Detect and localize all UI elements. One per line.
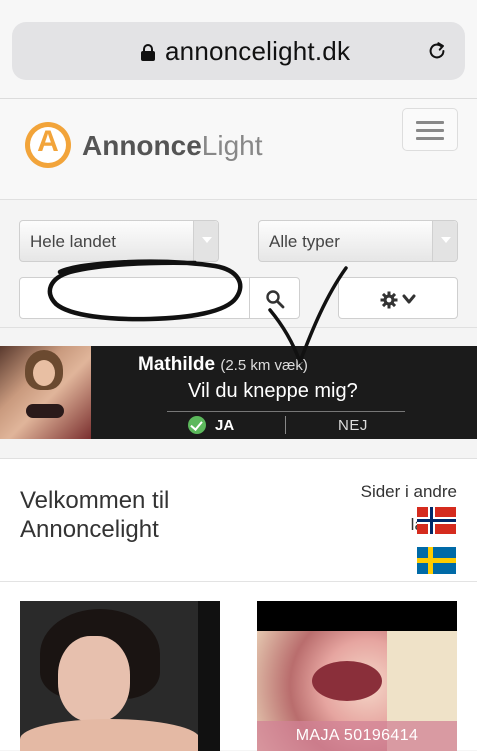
ad-separator — [285, 416, 286, 434]
ad-divider — [167, 411, 405, 412]
address-bar[interactable]: annoncelight.dk — [12, 22, 465, 80]
ad-yes-label: JA — [215, 417, 235, 434]
sweden-flag-icon[interactable] — [417, 547, 456, 574]
region-select[interactable]: Hele landet — [19, 220, 219, 262]
browser-toolbar: annoncelight.dk — [0, 0, 477, 99]
menu-toggle-button[interactable] — [402, 108, 458, 151]
search-input[interactable] — [19, 277, 250, 319]
search-button[interactable] — [249, 277, 300, 319]
type-select[interactable]: Alle typer — [258, 220, 458, 262]
region-select-value: Hele landet — [30, 232, 117, 251]
welcome-header: Velkommen til Annoncelight Sider i andre… — [0, 459, 477, 582]
welcome-title: Velkommen til Annoncelight — [20, 487, 170, 543]
ad-question: Vil du kneppe mig? — [188, 380, 358, 402]
ad-photo — [0, 346, 91, 439]
ad-name: Mathilde — [138, 354, 216, 375]
brand-bold: Annonce — [82, 130, 202, 161]
ad-title: Mathilde (2.5 km væk) — [138, 354, 308, 376]
ad-distance: (2.5 km væk) — [220, 357, 308, 374]
search-icon — [266, 290, 285, 309]
brand-light: Light — [201, 130, 263, 161]
site-header: A AnnonceLight — [0, 99, 477, 200]
advanced-options-button[interactable] — [338, 277, 458, 319]
gear-icon — [380, 291, 398, 309]
chevron-down-icon — [193, 221, 218, 261]
lock-icon — [141, 44, 155, 61]
logo-icon[interactable]: A — [25, 122, 71, 168]
chevron-down-icon — [432, 221, 457, 261]
listing-card[interactable] — [20, 601, 220, 751]
url-text: annoncelight.dk — [165, 36, 351, 66]
brand-name[interactable]: AnnonceLight — [82, 130, 263, 162]
listing-card[interactable]: MAJA 50196414 — [257, 601, 457, 751]
ad-banner[interactable]: Mathilde (2.5 km væk) Vil du kneppe mig?… — [0, 346, 477, 439]
check-circle-icon — [188, 416, 206, 434]
search-filters: Hele landet Alle typer — [0, 200, 477, 328]
norway-flag-icon[interactable] — [417, 507, 456, 534]
chevron-down-icon — [402, 294, 416, 304]
welcome-panel: Velkommen til Annoncelight Sider i andre… — [0, 458, 477, 751]
logo-letter: A — [37, 125, 59, 158]
reload-icon[interactable] — [426, 40, 448, 62]
ad-no-button[interactable]: NEJ — [338, 417, 368, 434]
type-select-value: Alle typer — [269, 232, 340, 251]
listing-caption: MAJA 50196414 — [257, 721, 457, 751]
